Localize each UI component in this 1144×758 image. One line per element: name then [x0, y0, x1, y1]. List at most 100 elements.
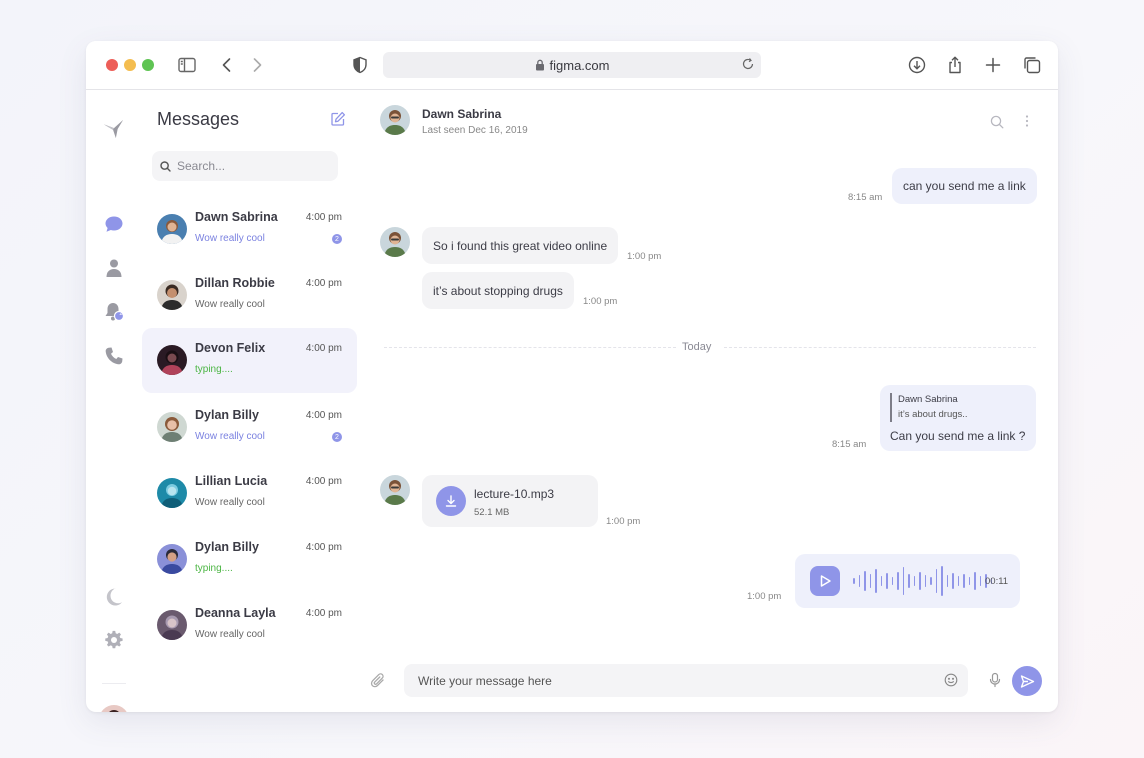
gear-icon[interactable]: [103, 629, 125, 651]
avatar: [157, 345, 187, 375]
search-input[interactable]: [177, 159, 327, 173]
conversation-item[interactable]: Dillan Robbie 4:00 pm Wow really cool: [142, 263, 357, 327]
date-divider-line: [724, 347, 1036, 348]
tabs-icon[interactable]: [1021, 54, 1043, 76]
file-size: 52.1 MB: [474, 507, 510, 518]
file-attachment: lecture-10.mp3 52.1 MB: [422, 475, 598, 527]
message-text: So i found this great video online: [433, 238, 608, 253]
play-icon[interactable]: [810, 566, 840, 596]
avatar: [157, 610, 187, 640]
search-icon[interactable]: [990, 115, 1004, 134]
download-icon[interactable]: [906, 54, 928, 76]
conversation-name: Devon Felix: [195, 341, 266, 355]
conversation-item[interactable]: Dawn Sabrina 4:00 pm Wow really cool 2: [142, 197, 357, 261]
logo-icon[interactable]: [103, 118, 125, 140]
quoted-message[interactable]: Dawn Sabrina it’s about drugs..: [890, 393, 968, 422]
conversation-item-active[interactable]: Devon Felix 4:00 pm typing....: [142, 328, 357, 393]
chat-last-seen: Last seen Dec 16, 2019: [422, 125, 528, 136]
conversation-item[interactable]: Lillian Lucia 4:00 pm Wow really cool: [142, 461, 357, 525]
message-text: it’s about stopping drugs: [433, 283, 563, 298]
conversation-time: 4:00 pm: [305, 410, 342, 421]
quoted-name: Dawn Sabrina: [898, 394, 958, 405]
forward-icon[interactable]: [246, 54, 268, 76]
conversation-time: 4:00 pm: [305, 608, 342, 619]
rail-divider: [102, 683, 126, 684]
chat-icon[interactable]: [103, 213, 125, 235]
conversation-time: 4:00 pm: [305, 343, 342, 354]
share-icon[interactable]: [944, 54, 966, 76]
avatar: [157, 280, 187, 310]
close-window-button[interactable]: [106, 59, 118, 71]
mic-icon[interactable]: [988, 672, 1002, 693]
browser-toolbar: figma.com: [86, 41, 1058, 90]
avatar[interactable]: [380, 105, 410, 135]
sidebar-icon[interactable]: [176, 54, 198, 76]
avatar: [157, 478, 187, 508]
message-text: Can you send me a link ?: [890, 429, 1026, 443]
conversation-preview: Wow really cool: [195, 497, 265, 508]
audio-waveform[interactable]: [853, 566, 992, 596]
conversation-time: 4:00 pm: [305, 542, 342, 553]
conversation-preview: typing....: [195, 563, 233, 574]
message-bubble-outgoing: can you send me a link: [892, 168, 1037, 204]
conversation-item[interactable]: Deanna Layla 4:00 pm Wow really cool: [142, 593, 357, 657]
url-text: figma.com: [549, 57, 610, 73]
conversation-item[interactable]: Dylan Billy 4:00 pm Wow really cool 2: [142, 395, 357, 459]
avatar: [157, 214, 187, 244]
avatar[interactable]: [99, 705, 129, 712]
chat-contact-name: Dawn Sabrina: [422, 107, 502, 121]
conversation-preview: Wow really cool: [195, 431, 265, 442]
back-icon[interactable]: [216, 54, 238, 76]
conversation-time: 4:00 pm: [305, 278, 342, 289]
conversation-name: Dillan Robbie: [195, 276, 275, 290]
conversation-item[interactable]: Dylan Billy 4:00 pm typing....: [142, 527, 357, 591]
bell-icon[interactable]: 2: [103, 301, 125, 323]
message-time: 1:00 pm: [583, 296, 618, 307]
shield-icon[interactable]: [349, 54, 371, 76]
avatar: [157, 412, 187, 442]
minimize-window-button[interactable]: [124, 59, 136, 71]
attach-icon[interactable]: [370, 672, 386, 695]
maximize-window-button[interactable]: [142, 59, 154, 71]
date-divider-label: Today: [682, 341, 712, 353]
avatar: [380, 475, 410, 505]
message-bubble-reply: Dawn Sabrina it’s about drugs.. Can you …: [880, 385, 1036, 451]
conversation-preview: Wow really cool: [195, 629, 265, 640]
phone-icon[interactable]: [103, 345, 125, 367]
notification-badge: 2: [119, 311, 123, 317]
reload-icon[interactable]: [741, 57, 755, 71]
unread-badge: 2: [332, 234, 342, 244]
message-composer: [404, 664, 968, 697]
avatar: [380, 227, 410, 257]
conversation-time: 4:00 pm: [305, 212, 342, 223]
message-time: 8:15 am: [848, 192, 883, 203]
compose-icon[interactable]: [330, 111, 346, 132]
user-icon[interactable]: [103, 257, 125, 279]
conversation-name: Deanna Layla: [195, 606, 276, 620]
conversation-name: Dawn Sabrina: [195, 210, 278, 224]
download-icon[interactable]: [436, 486, 466, 516]
message-input[interactable]: [418, 673, 918, 688]
conversation-time: 4:00 pm: [305, 476, 342, 487]
plus-icon[interactable]: [982, 54, 1004, 76]
emoji-icon[interactable]: [944, 673, 958, 692]
conversation-preview: Wow really cool: [195, 299, 265, 310]
conversation-name: Lillian Lucia: [195, 474, 268, 488]
browser-window: figma.com 2 Messages Search... Dawn Sabr…: [86, 41, 1058, 712]
moon-icon[interactable]: [103, 585, 125, 607]
date-divider-line: [384, 347, 676, 348]
message-bubble-incoming: So i found this great video online: [422, 227, 619, 264]
conversation-name: Dylan Billy: [195, 540, 259, 554]
more-icon[interactable]: [1024, 113, 1030, 134]
messages-title: Messages: [157, 109, 240, 129]
address-bar[interactable]: figma.com: [383, 52, 761, 78]
nav-rail: 2: [86, 91, 142, 712]
search-icon: [160, 160, 171, 172]
message-time: 1:00 pm: [627, 251, 662, 262]
conversation-name: Dylan Billy: [195, 408, 259, 422]
avatar: [157, 544, 187, 574]
message-time: 1:00 pm: [606, 516, 641, 527]
conversation-preview: Wow really cool: [195, 233, 265, 244]
send-icon[interactable]: [1012, 666, 1042, 696]
unread-badge: 2: [332, 432, 342, 442]
